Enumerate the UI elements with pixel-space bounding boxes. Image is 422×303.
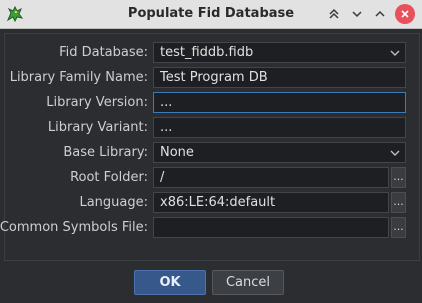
language-field[interactable]: x86:LE:64:default (153, 192, 389, 213)
common-symbols-file-field[interactable] (153, 217, 389, 238)
populate-fid-dialog: Populate Fid Database Fid Database: test… (0, 0, 422, 303)
close-button[interactable] (395, 4, 415, 24)
chevron-down-icon (352, 11, 362, 18)
library-version-label: Library Version: (46, 95, 148, 110)
title-bar[interactable]: Populate Fid Database (0, 0, 422, 29)
language-browse-button[interactable]: ... (391, 192, 406, 213)
root-folder-browse-button[interactable]: ... (391, 167, 406, 188)
base-library-label: Base Library: (63, 145, 148, 160)
common-symbols-file-browse-button[interactable]: ... (391, 217, 406, 238)
library-family-name-label: Library Family Name: (9, 70, 148, 85)
library-family-name-field[interactable]: Test Program DB (153, 67, 406, 88)
library-variant-label: Library Variant: (47, 120, 148, 135)
double-chevron-up-icon (329, 8, 339, 19)
root-folder-label: Root Folder: (70, 170, 148, 185)
fid-database-select[interactable]: test_fiddb.fidb (153, 42, 406, 63)
fid-database-label: Fid Database: (59, 45, 148, 60)
maximize-button[interactable] (370, 4, 390, 24)
library-variant-field[interactable]: ... (153, 117, 406, 138)
common-symbols-file-label: Common Symbols File: (0, 220, 148, 235)
ok-button[interactable]: OK (134, 270, 206, 295)
chevron-down-icon[interactable] (385, 143, 405, 162)
fid-database-value: test_fiddb.fidb (160, 45, 254, 60)
minimize-button[interactable] (347, 4, 367, 24)
keep-above-button[interactable] (324, 4, 344, 24)
close-icon (401, 10, 409, 18)
root-folder-field[interactable]: / (153, 167, 389, 188)
base-library-value: None (160, 145, 194, 160)
language-label: Language: (79, 195, 148, 210)
chevron-up-icon (375, 10, 385, 17)
cancel-button[interactable]: Cancel (212, 270, 284, 295)
library-version-field[interactable]: ... (153, 92, 406, 113)
base-library-select[interactable]: None (153, 142, 406, 163)
chevron-down-icon[interactable] (385, 43, 405, 62)
